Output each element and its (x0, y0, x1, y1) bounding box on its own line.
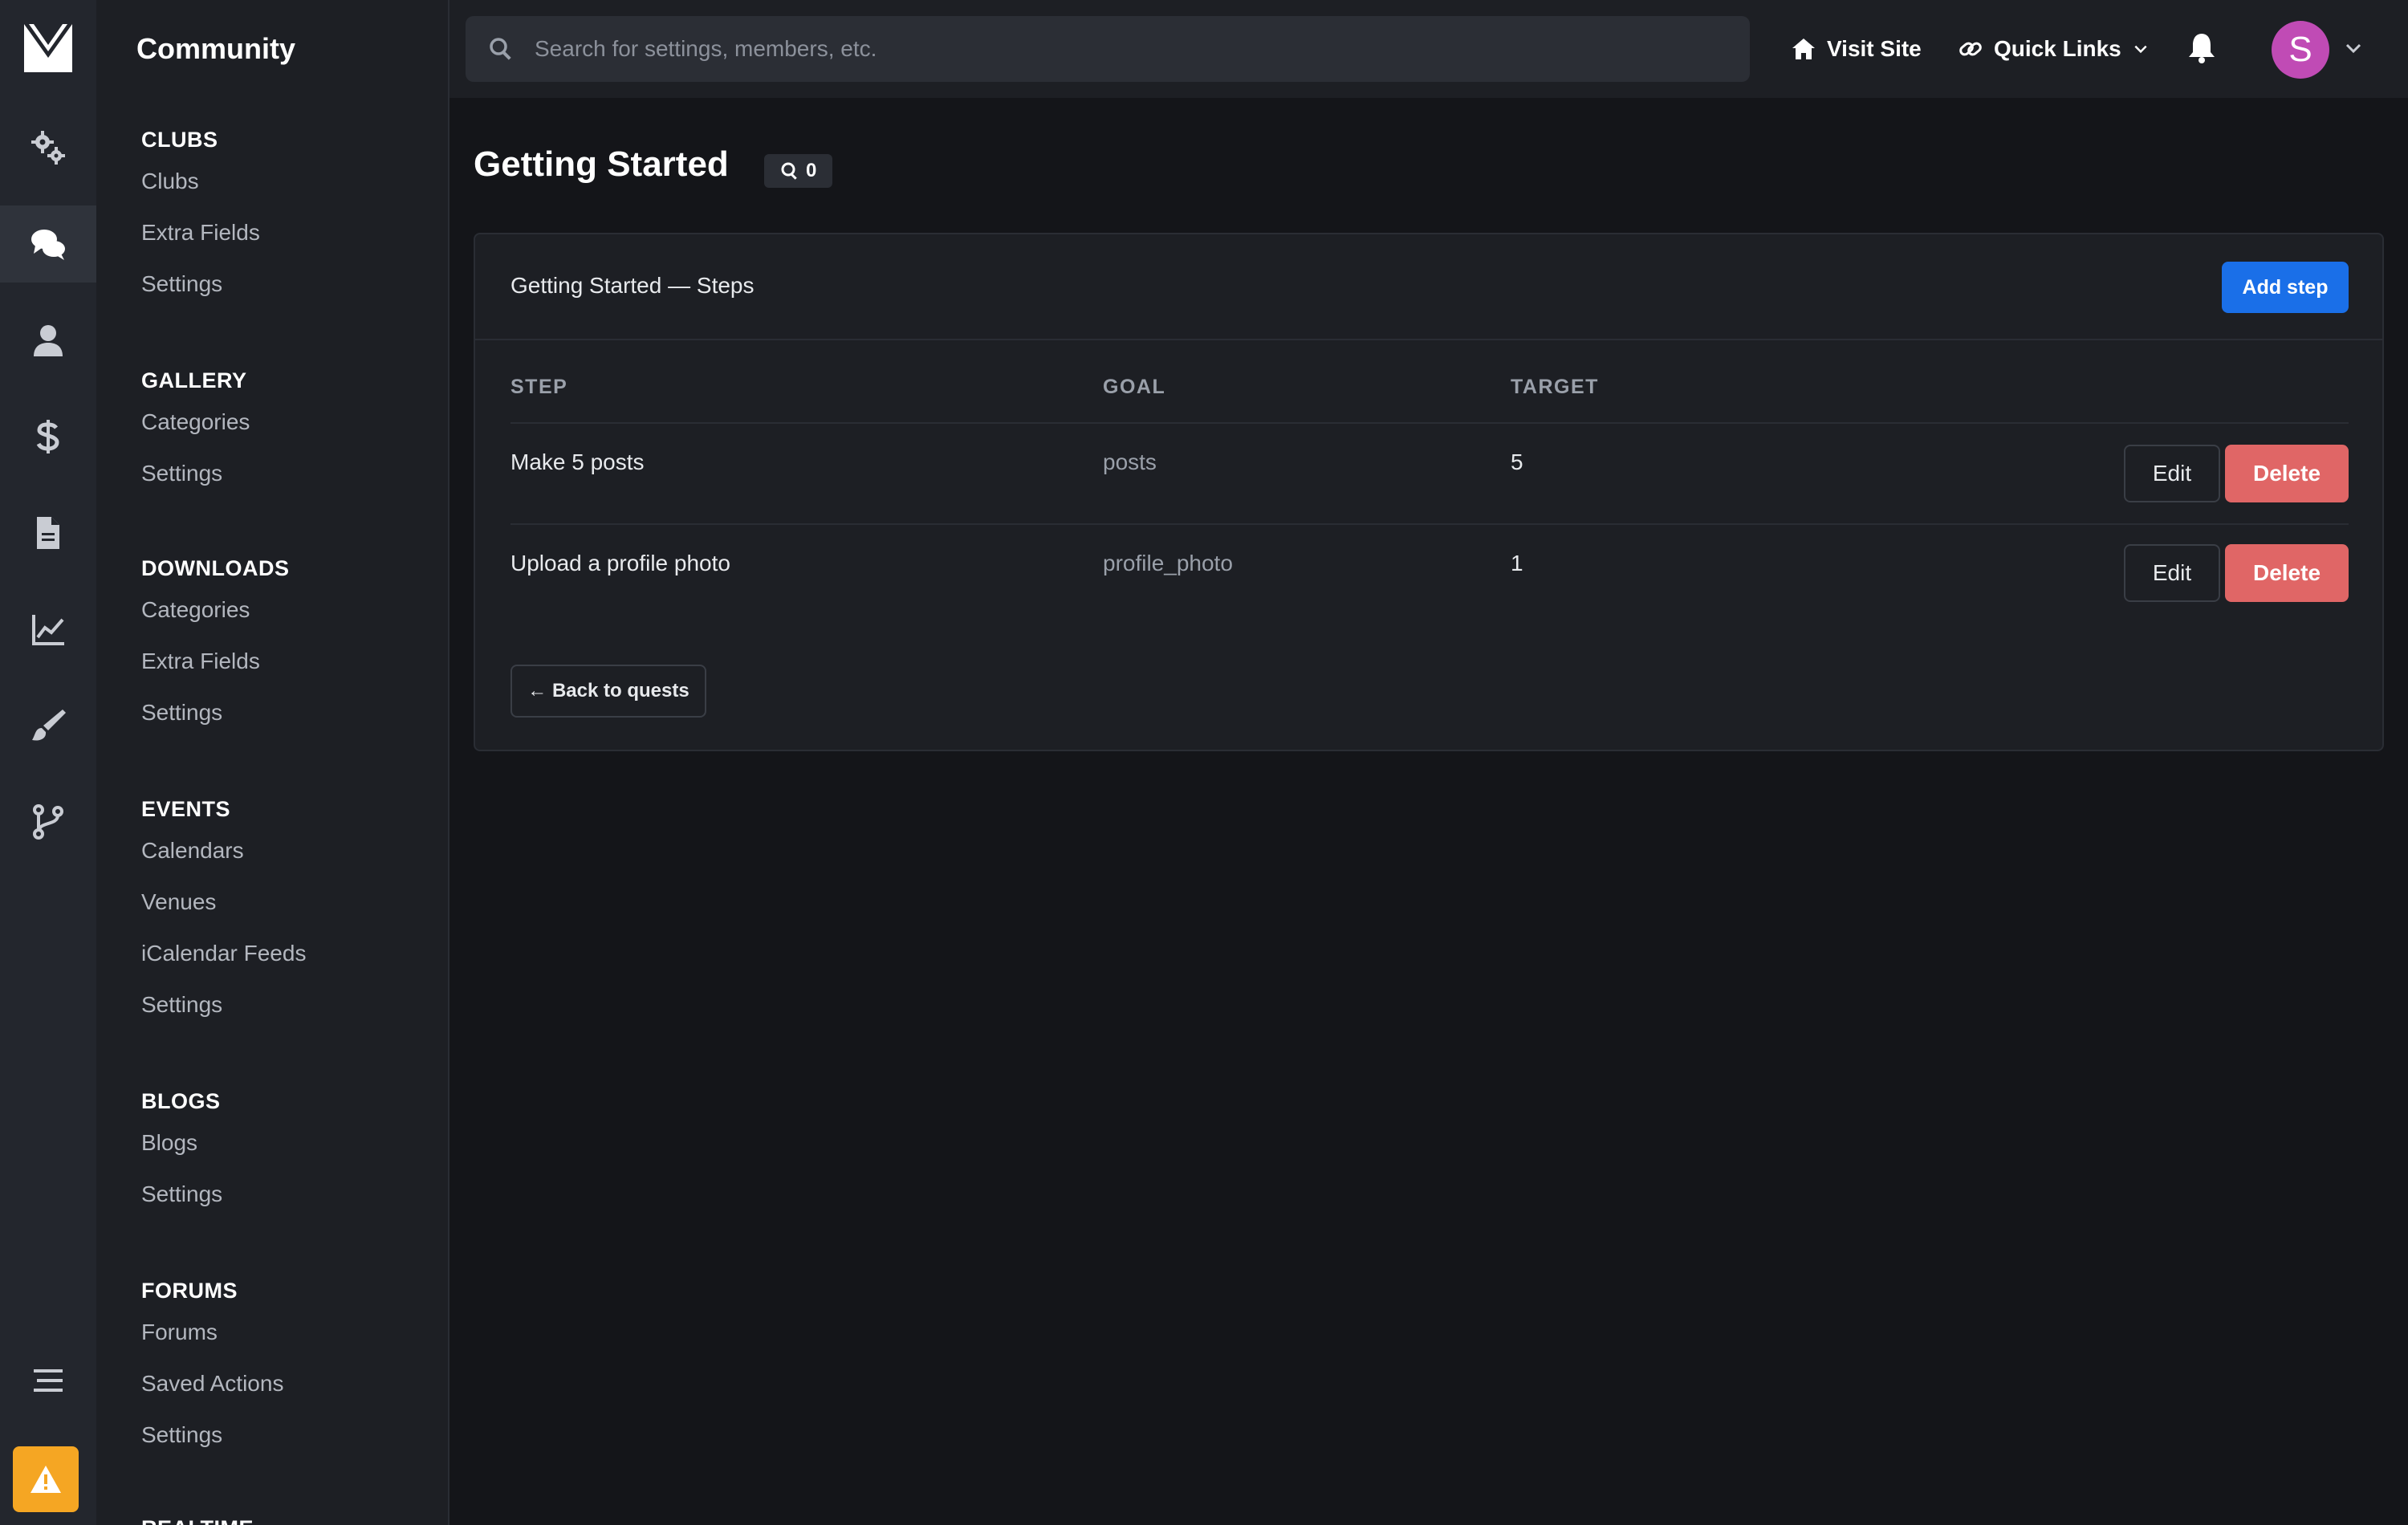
target-cell: 5 (1511, 449, 1523, 474)
nav-heading: DOWNLOADS (141, 556, 290, 580)
nav-heading: FORUMS (141, 1279, 238, 1303)
top-bar: Visit Site Quick Links S (449, 0, 2408, 98)
nav-item-settings[interactable]: Settings (141, 979, 306, 1031)
nav-section-downloads: DOWNLOADS Categories Extra Fields Settin… (141, 552, 289, 738)
column-header-target: TARGET (1511, 376, 1599, 398)
nav-item-calendars[interactable]: Calendars (141, 825, 306, 876)
nav-item-settings[interactable]: Settings (141, 1409, 283, 1461)
add-step-button[interactable]: Add step (2222, 262, 2349, 313)
column-header-step: STEP (510, 376, 568, 398)
search-input[interactable] (535, 36, 1739, 62)
step-cell: Make 5 posts (510, 449, 645, 474)
nav-section-events: EVENTS Calendars Venues iCalendar Feeds … (141, 793, 306, 1031)
visit-site-link[interactable]: Visit Site (1792, 31, 1922, 67)
page-title: Getting Started (474, 144, 729, 184)
nav-heading: BLOGS (141, 1089, 221, 1113)
user-icon[interactable] (0, 302, 96, 379)
brush-icon[interactable] (0, 687, 96, 764)
nav-heading: REALTIME (141, 1512, 254, 1525)
count-badge: 0 (764, 154, 833, 188)
chart-line-icon[interactable] (0, 591, 96, 668)
chevron-down-icon (2134, 45, 2147, 54)
visit-site-label: Visit Site (1827, 36, 1922, 61)
code-branch-icon[interactable] (0, 783, 96, 860)
nav-item-saved-actions[interactable]: Saved Actions (141, 1358, 283, 1409)
nav-item-extra-fields[interactable]: Extra Fields (141, 207, 260, 258)
card-header: Getting Started — Steps Add step (475, 234, 2382, 340)
nav-item-categories[interactable]: Categories (141, 396, 250, 448)
goal-cell: posts (1103, 449, 1157, 474)
back-to-quests-button[interactable]: ← Back to quests (510, 665, 706, 718)
link-icon (1959, 42, 1982, 56)
divider (510, 422, 2349, 424)
dollar-icon[interactable] (0, 398, 96, 475)
count-value: 0 (806, 160, 817, 181)
chat-bubbles-icon[interactable] (0, 205, 96, 283)
search-icon (781, 162, 797, 180)
step-cell: Upload a profile photo (510, 551, 730, 575)
target-cell: 1 (1511, 551, 1523, 575)
card-title: Getting Started — Steps (510, 273, 755, 298)
subnav-title: Community (136, 32, 295, 65)
nav-item-clubs[interactable]: Clubs (141, 156, 260, 207)
nav-heading: CLUBS (141, 128, 218, 152)
nav-item-icalendar-feeds[interactable]: iCalendar Feeds (141, 928, 306, 979)
nav-section-forums: FORUMS Forums Saved Actions Settings (141, 1275, 283, 1461)
nav-item-settings[interactable]: Settings (141, 258, 260, 310)
nav-section-blogs: BLOGS Blogs Settings (141, 1085, 222, 1220)
brand-logo-icon[interactable] (22, 22, 74, 74)
file-icon[interactable] (0, 494, 96, 571)
nav-section-realtime: REALTIME (141, 1512, 254, 1525)
nav-item-forums[interactable]: Forums (141, 1307, 283, 1358)
nav-item-venues[interactable]: Venues (141, 876, 306, 928)
home-icon (1792, 39, 1815, 59)
avatar[interactable]: S (2272, 21, 2329, 79)
nav-section-gallery: GALLERY Categories Settings (141, 364, 250, 499)
gears-icon[interactable] (0, 109, 96, 186)
bell-icon[interactable] (2185, 31, 2222, 67)
nav-item-settings[interactable]: Settings (141, 448, 250, 499)
nav-item-extra-fields[interactable]: Extra Fields (141, 636, 289, 687)
divider (510, 523, 2349, 525)
nav-item-settings[interactable]: Settings (141, 687, 289, 738)
column-header-goal: GOAL (1103, 376, 1166, 398)
community-subnav: Community CLUBS Clubs Extra Fields Setti… (96, 0, 449, 1525)
hamburger-icon[interactable] (0, 1342, 96, 1419)
edit-button[interactable]: Edit (2124, 445, 2220, 502)
nav-item-blogs[interactable]: Blogs (141, 1117, 222, 1169)
chevron-down-icon[interactable] (2344, 39, 2363, 58)
delete-button[interactable]: Delete (2225, 544, 2349, 602)
delete-button[interactable]: Delete (2225, 445, 2349, 502)
nav-item-settings[interactable]: Settings (141, 1169, 222, 1220)
search-box (466, 16, 1750, 82)
nav-heading: EVENTS (141, 797, 231, 821)
search-icon (490, 38, 511, 60)
edit-button[interactable]: Edit (2124, 544, 2220, 602)
goal-cell: profile_photo (1103, 551, 1233, 575)
icon-rail (0, 0, 96, 1525)
nav-item-categories[interactable]: Categories (141, 584, 289, 636)
nav-heading: GALLERY (141, 368, 247, 392)
quick-links-label: Quick Links (1994, 36, 2121, 61)
steps-card: Getting Started — Steps Add step STEP GO… (474, 233, 2384, 751)
warning-icon[interactable] (13, 1446, 79, 1512)
nav-section-clubs: CLUBS Clubs Extra Fields Settings (141, 124, 260, 310)
admin-app: Community CLUBS Clubs Extra Fields Setti… (0, 0, 2408, 1525)
quick-links-dropdown[interactable]: Quick Links (1959, 31, 2149, 67)
